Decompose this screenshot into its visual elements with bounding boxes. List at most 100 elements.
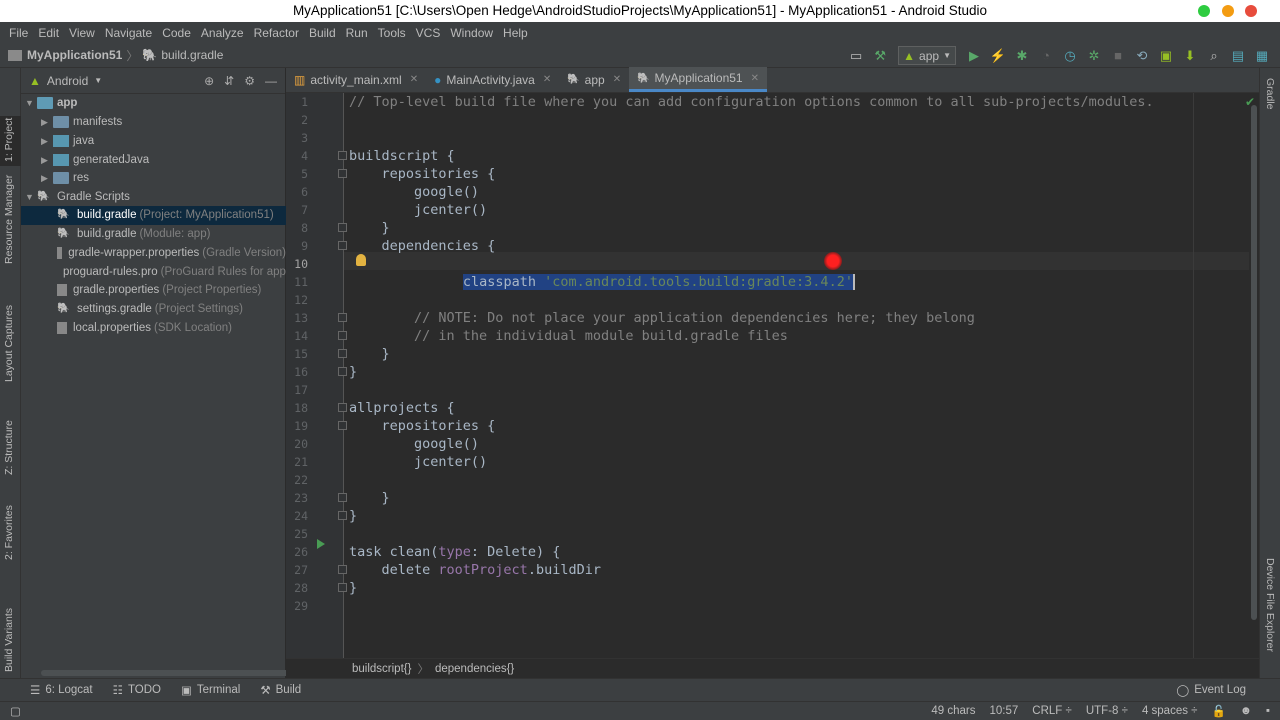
- menu-run[interactable]: Run: [341, 26, 373, 40]
- tree-item-res[interactable]: ▶ res: [21, 169, 286, 188]
- tree-item-build-gradle-module[interactable]: 🐘 build.gradle (Module: app): [21, 225, 286, 244]
- sdk-layout-icon[interactable]: ▦: [1252, 46, 1272, 66]
- sync-gradle-icon[interactable]: ⟲: [1132, 46, 1152, 66]
- menu-edit[interactable]: Edit: [33, 26, 64, 40]
- fold-marker-icon[interactable]: [338, 169, 347, 178]
- fold-marker-icon[interactable]: [338, 421, 347, 430]
- tree-item-gradle-wrapper-properties[interactable]: gradle-wrapper.properties (Gradle Versio…: [21, 244, 286, 263]
- tab-project[interactable]: 1: Project: [0, 116, 21, 166]
- fold-marker-icon[interactable]: [338, 223, 347, 232]
- close-tab-icon[interactable]: ✕: [543, 74, 551, 85]
- status-line-separator[interactable]: CRLF ÷: [1032, 705, 1072, 717]
- vertical-scrollbar[interactable]: [1251, 105, 1257, 620]
- fold-marker-icon[interactable]: [338, 367, 347, 376]
- avd-manager-icon[interactable]: ▣: [1156, 46, 1176, 66]
- apply-changes-icon[interactable]: ⚡: [988, 46, 1008, 66]
- attach-debugger-icon[interactable]: ◷: [1060, 46, 1080, 66]
- tool-window-terminal[interactable]: ▣ Terminal: [171, 683, 250, 697]
- menu-navigate[interactable]: Navigate: [100, 26, 157, 40]
- run-icon[interactable]: ▶: [964, 46, 984, 66]
- fold-marker-icon[interactable]: [338, 331, 347, 340]
- locate-file-icon[interactable]: ⊕: [204, 74, 214, 88]
- fold-marker-icon[interactable]: [338, 241, 347, 250]
- tab-app-gradle[interactable]: 🐘 app ✕: [559, 67, 629, 92]
- project-view-select[interactable]: Android: [47, 74, 88, 88]
- close-button[interactable]: [1245, 5, 1257, 17]
- horizontal-scrollbar[interactable]: [41, 670, 293, 676]
- fold-marker-icon[interactable]: [338, 565, 347, 574]
- fold-marker-icon[interactable]: [338, 349, 347, 358]
- tab-favorites[interactable]: 2: Favorites: [0, 498, 21, 573]
- sdk-manager-icon[interactable]: ⬇: [1180, 46, 1200, 66]
- chevron-down-icon[interactable]: ▼: [94, 76, 102, 85]
- tree-item-gradle-properties[interactable]: gradle.properties (Project Properties): [21, 281, 286, 300]
- tab-structure[interactable]: Z: Structure: [0, 403, 21, 478]
- menu-view[interactable]: View: [64, 26, 100, 40]
- tree-item-manifests[interactable]: ▶ manifests: [21, 113, 286, 132]
- breadcrumb-file[interactable]: build.gradle: [161, 48, 223, 62]
- status-indent[interactable]: 4 spaces ÷: [1142, 705, 1198, 717]
- debug-icon[interactable]: ✱: [1012, 46, 1032, 66]
- search-icon[interactable]: ⌕: [1204, 46, 1224, 66]
- tab-myapplication51-gradle[interactable]: 🐘 MyApplication51 ✕: [629, 67, 767, 92]
- code-content[interactable]: // Top-level build file where you can ad…: [349, 93, 1249, 658]
- minimize-button[interactable]: [1198, 5, 1210, 17]
- tree-item-local-properties[interactable]: local.properties (SDK Location): [21, 319, 286, 338]
- collapse-all-icon[interactable]: ⇵: [224, 74, 234, 88]
- expand-arrow-icon[interactable]: ▼: [25, 98, 37, 108]
- toggle-tool-windows-icon[interactable]: ▢: [10, 704, 21, 718]
- open-folder-icon[interactable]: ▤: [1228, 46, 1248, 66]
- gear-icon[interactable]: ⚙: [244, 74, 255, 88]
- tab-layout-captures[interactable]: Layout Captures: [0, 288, 21, 388]
- collapse-arrow-icon[interactable]: ▶: [41, 173, 53, 184]
- fold-marker-icon[interactable]: [338, 511, 347, 520]
- tool-window-build[interactable]: ⚒ Build: [250, 683, 311, 697]
- fold-marker-icon[interactable]: [338, 493, 347, 502]
- tab-gradle[interactable]: Gradle: [1260, 78, 1280, 138]
- fold-marker-icon[interactable]: [338, 151, 347, 160]
- menu-window[interactable]: Window: [445, 26, 498, 40]
- make-project-hammer-icon[interactable]: ⚒: [870, 46, 890, 66]
- tab-build-variants[interactable]: Build Variants: [0, 588, 21, 673]
- tool-window-todo[interactable]: ☷ TODO: [103, 683, 171, 697]
- menu-file[interactable]: File: [4, 26, 33, 40]
- menu-tools[interactable]: Tools: [373, 26, 411, 40]
- expand-arrow-icon[interactable]: ▼: [25, 192, 37, 202]
- tree-item-build-gradle-project[interactable]: 🐘 build.gradle (Project: MyApplication51…: [21, 206, 286, 225]
- inspector-face-icon[interactable]: ☻: [1240, 705, 1252, 717]
- project-structure-icon[interactable]: ▭: [846, 46, 866, 66]
- close-tab-icon[interactable]: ✕: [410, 74, 418, 85]
- fold-marker-icon[interactable]: [338, 583, 347, 592]
- breadcrumb-project[interactable]: MyApplication51: [27, 48, 122, 62]
- fold-marker-icon[interactable]: [338, 313, 347, 322]
- tab-resource-manager[interactable]: Resource Manager: [0, 168, 21, 268]
- lock-icon[interactable]: 🔓: [1211, 704, 1225, 718]
- profile-icon[interactable]: ◔: [1036, 46, 1056, 66]
- status-caret-position[interactable]: 10:57: [990, 705, 1019, 717]
- menu-refactor[interactable]: Refactor: [249, 26, 304, 40]
- editor-breadcrumb-item[interactable]: dependencies{}: [435, 663, 514, 675]
- tree-item-settings-gradle[interactable]: 🐘 settings.gradle (Project Settings): [21, 300, 286, 319]
- hide-panel-icon[interactable]: —: [265, 74, 277, 88]
- tree-item-proguard-rules[interactable]: proguard-rules.pro (ProGuard Rules for a…: [21, 263, 286, 282]
- tree-item-app[interactable]: ▼ app: [21, 94, 286, 113]
- close-tab-icon[interactable]: ✕: [613, 74, 621, 85]
- tree-item-java[interactable]: ▶ java: [21, 132, 286, 151]
- collapse-arrow-icon[interactable]: ▶: [41, 117, 53, 128]
- menu-analyze[interactable]: Analyze: [196, 26, 249, 40]
- tab-device-file-explorer[interactable]: Device File Explorer: [1260, 558, 1280, 668]
- tab-main-activity-java[interactable]: ● MainActivity.java ✕: [426, 67, 559, 92]
- run-gutter-icon[interactable]: [317, 539, 325, 549]
- menu-help[interactable]: Help: [498, 26, 533, 40]
- status-encoding[interactable]: UTF-8 ÷: [1086, 705, 1128, 717]
- maximize-button[interactable]: [1222, 5, 1234, 17]
- attach-process-icon[interactable]: ✲: [1084, 46, 1104, 66]
- stop-icon[interactable]: ■: [1108, 46, 1128, 66]
- collapse-arrow-icon[interactable]: ▶: [41, 136, 53, 147]
- fold-marker-icon[interactable]: [338, 403, 347, 412]
- menu-build[interactable]: Build: [304, 26, 341, 40]
- menu-code[interactable]: Code: [157, 26, 196, 40]
- menu-vcs[interactable]: VCS: [411, 26, 446, 40]
- close-tab-icon[interactable]: ✕: [751, 73, 759, 84]
- collapse-arrow-icon[interactable]: ▶: [41, 155, 53, 166]
